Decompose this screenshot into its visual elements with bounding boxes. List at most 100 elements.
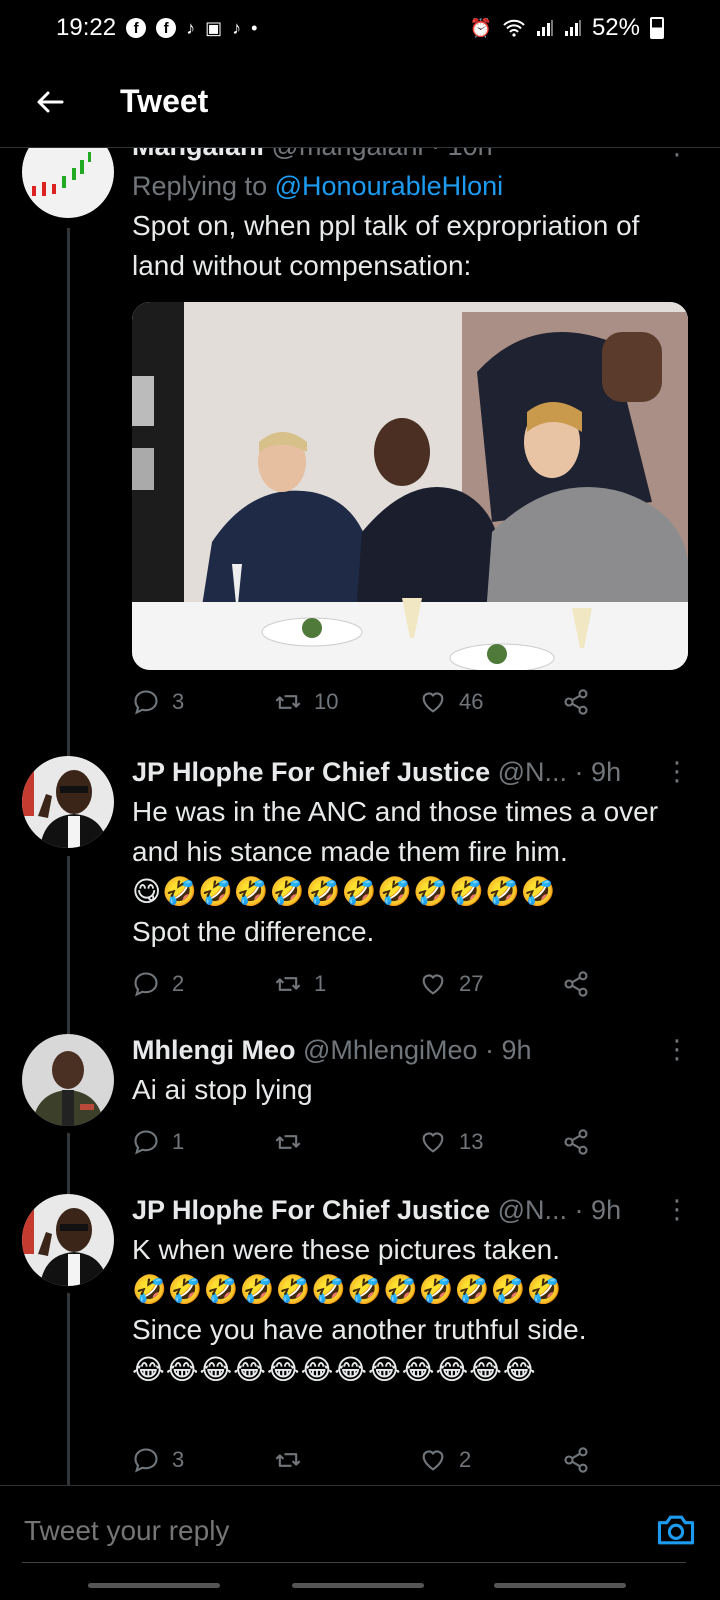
heart-icon	[422, 974, 444, 995]
tweet-text-2: Spot the difference.	[132, 916, 375, 947]
tweet-text: Ai ai stop lying	[132, 1074, 313, 1105]
tweet-text: K when were these pictures taken.	[132, 1234, 561, 1265]
author-handle[interactable]: @N...	[498, 757, 567, 787]
tiktok-icon: ♪	[186, 17, 196, 38]
tweet-actions: 3 10 46	[132, 682, 602, 722]
like-button[interactable]: 27	[419, 970, 483, 998]
dot-icon: •	[251, 17, 258, 38]
emoji-row: 😋🤣🤣🤣🤣🤣🤣🤣🤣🤣🤣🤣	[132, 876, 557, 907]
like-button[interactable]: 2	[419, 1446, 471, 1474]
page-title: Tweet	[120, 83, 209, 119]
tweet-time: 9h	[591, 757, 622, 787]
like-count: 2	[459, 1447, 472, 1472]
tweet-time: 9h	[501, 1035, 532, 1065]
tweet-text: Spot on, when ppl talk of expropriation …	[132, 210, 640, 281]
tweet-photo[interactable]	[132, 302, 688, 670]
like-button[interactable]: 46	[419, 688, 483, 716]
share-icon	[564, 1447, 588, 1473]
avatar[interactable]	[22, 1034, 114, 1126]
retweet-icon	[275, 1453, 301, 1467]
more-options-icon[interactable]: ⋮	[664, 148, 690, 158]
nav-home-handle[interactable]	[292, 1583, 424, 1588]
author-handle[interactable]: @mangalani	[272, 148, 424, 161]
thread-connector	[67, 228, 70, 758]
emoji-row-2: 😂😂😂😂😂😂😂😂😂😂😂😂	[132, 1354, 537, 1385]
more-options-icon[interactable]: ⋮	[664, 1196, 690, 1222]
avatar[interactable]	[22, 756, 114, 848]
comment-icon	[134, 972, 158, 997]
avatar[interactable]	[22, 1194, 114, 1286]
author-name[interactable]: Mangalani	[132, 148, 264, 161]
retweet-button[interactable]: 1	[274, 970, 326, 998]
tweet-meta: JP Hlophe For Chief Justice @N... · 9h	[132, 1195, 622, 1225]
share-button[interactable]	[562, 970, 590, 998]
nav-back-handle[interactable]	[494, 1583, 626, 1588]
teams-icon: ▣	[205, 17, 223, 38]
signal-icon	[536, 19, 554, 37]
like-count: 27	[459, 971, 484, 996]
tweet-meta: JP Hlophe For Chief Justice @N... · 9h	[132, 757, 622, 787]
reply-count: 1	[172, 1129, 185, 1154]
replying-label: Replying to	[132, 171, 268, 201]
retweet-button[interactable]	[274, 1446, 314, 1474]
tiktok-icon: ♪	[232, 17, 242, 38]
facebook-icon: f	[156, 18, 177, 38]
share-icon	[564, 689, 588, 715]
thread-connector	[67, 1293, 70, 1485]
back-button[interactable]	[30, 82, 70, 122]
tweet-meta: Mhlengi Meo @MhlengiMeo · 9h	[132, 1035, 532, 1065]
author-handle[interactable]: @N...	[498, 1195, 567, 1225]
share-button[interactable]	[562, 688, 590, 716]
battery-icon	[650, 17, 664, 39]
emoji-row: 🤣🤣🤣🤣🤣🤣🤣🤣🤣🤣🤣🤣	[132, 1274, 563, 1305]
avatar[interactable]	[22, 148, 114, 218]
share-icon	[564, 1129, 588, 1155]
comment-icon	[134, 1130, 158, 1155]
reply-input[interactable]	[22, 1500, 626, 1562]
replying-to: Replying to @HonourableHloni	[132, 166, 690, 206]
retweet-button[interactable]	[274, 1128, 314, 1156]
thread-connector	[67, 856, 70, 1036]
tweet-thread[interactable]: Mangalani @mangalani · 10h ⋮ Replying to…	[0, 148, 720, 1485]
status-bar: 19:22 f f ♪ ▣ ♪ • ⏰ 52%	[0, 0, 720, 56]
status-time: 19:22	[56, 14, 117, 41]
retweet-button[interactable]: 10	[274, 688, 338, 716]
retweet-icon	[275, 695, 301, 709]
like-button[interactable]: 13	[419, 1128, 483, 1156]
author-handle[interactable]: @MhlengiMeo	[303, 1035, 478, 1065]
retweet-icon	[275, 977, 301, 991]
author-name[interactable]: Mhlengi Meo	[132, 1035, 296, 1065]
author-name[interactable]: JP Hlophe For Chief Justice	[132, 1195, 490, 1225]
signal-icon	[564, 19, 582, 37]
tweet-actions: 3 2	[132, 1440, 602, 1480]
reply-button[interactable]: 2	[132, 970, 184, 998]
heart-icon	[422, 1132, 444, 1153]
reply-underline	[22, 1562, 686, 1563]
reply-button[interactable]: 3	[132, 688, 184, 716]
author-name[interactable]: JP Hlophe For Chief Justice	[132, 757, 490, 787]
share-button[interactable]	[562, 1446, 590, 1474]
alarm-icon: ⏰	[469, 17, 492, 38]
battery-percent: 52%	[591, 14, 640, 41]
nav-recents-handle[interactable]	[88, 1583, 220, 1588]
reply-composer	[0, 1485, 720, 1575]
tweet-text-2: Since you have another truthful side.	[132, 1314, 587, 1345]
camera-icon	[657, 1515, 695, 1545]
reply-button[interactable]: 3	[132, 1446, 184, 1474]
camera-button[interactable]	[654, 1508, 698, 1552]
wifi-icon	[502, 18, 526, 38]
replying-handle-link[interactable]: @HonourableHloni	[275, 171, 504, 201]
reply-count: 3	[172, 1447, 185, 1472]
top-app-bar: Tweet	[0, 56, 720, 148]
share-icon	[564, 971, 588, 997]
comment-icon	[134, 690, 158, 715]
more-options-icon[interactable]: ⋮	[664, 758, 690, 784]
tweet-text: He was in the ANC and those times a over…	[132, 796, 659, 867]
thread-connector	[67, 1133, 70, 1195]
tweet-actions: 1 13	[132, 1122, 602, 1162]
share-button[interactable]	[562, 1128, 590, 1156]
tweet-time: 10h	[448, 148, 493, 161]
more-options-icon[interactable]: ⋮	[664, 1036, 690, 1062]
reply-button[interactable]: 1	[132, 1128, 184, 1156]
tweet-meta: Mangalani @mangalani · 10h	[132, 148, 690, 166]
